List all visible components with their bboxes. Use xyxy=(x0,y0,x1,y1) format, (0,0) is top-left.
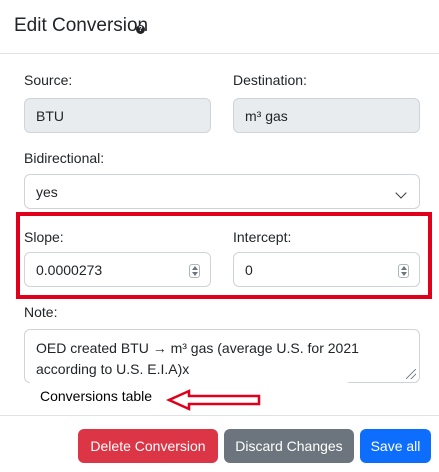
intercept-label: Intercept: xyxy=(233,229,292,245)
callout-text: Conversions table xyxy=(40,388,153,404)
source-field: BTU xyxy=(24,98,211,133)
bidirectional-value: yes xyxy=(36,183,58,200)
spinner-icon[interactable] xyxy=(398,264,409,278)
discard-changes-button[interactable]: Discard Changes xyxy=(224,429,354,463)
source-value: BTU xyxy=(36,107,64,124)
note-label: Note: xyxy=(24,304,58,320)
destination-value: m³ gas xyxy=(245,107,288,124)
delete-conversion-button[interactable]: Delete Conversion xyxy=(78,429,218,463)
help-icon[interactable]: ? xyxy=(136,25,145,34)
note-textarea[interactable]: OED created BTU → m³ gas (average U.S. f… xyxy=(24,329,420,383)
slope-value: 0.0000273 xyxy=(36,261,103,278)
destination-field: m³ gas xyxy=(233,98,420,133)
bidirectional-select[interactable]: yes xyxy=(24,174,420,209)
save-all-button[interactable]: Save all xyxy=(360,429,431,463)
spinner-icon[interactable] xyxy=(189,264,200,278)
chevron-down-icon xyxy=(395,187,407,199)
destination-label: Destination: xyxy=(233,72,307,88)
left-arrow-icon xyxy=(165,389,261,411)
note-value: OED created BTU → m³ gas (average U.S. f… xyxy=(36,340,359,377)
resize-handle-icon[interactable] xyxy=(406,369,416,379)
modal-header: Edit Conversion ? xyxy=(0,0,439,54)
source-label: Source: xyxy=(24,72,73,88)
slope-label: Slope: xyxy=(24,229,64,245)
intercept-input[interactable]: 0 xyxy=(233,252,420,287)
slope-input[interactable]: 0.0000273 xyxy=(24,252,211,287)
modal-title: Edit Conversion xyxy=(14,15,149,36)
intercept-value: 0 xyxy=(245,261,253,278)
bidirectional-label: Bidirectional: xyxy=(24,150,105,166)
